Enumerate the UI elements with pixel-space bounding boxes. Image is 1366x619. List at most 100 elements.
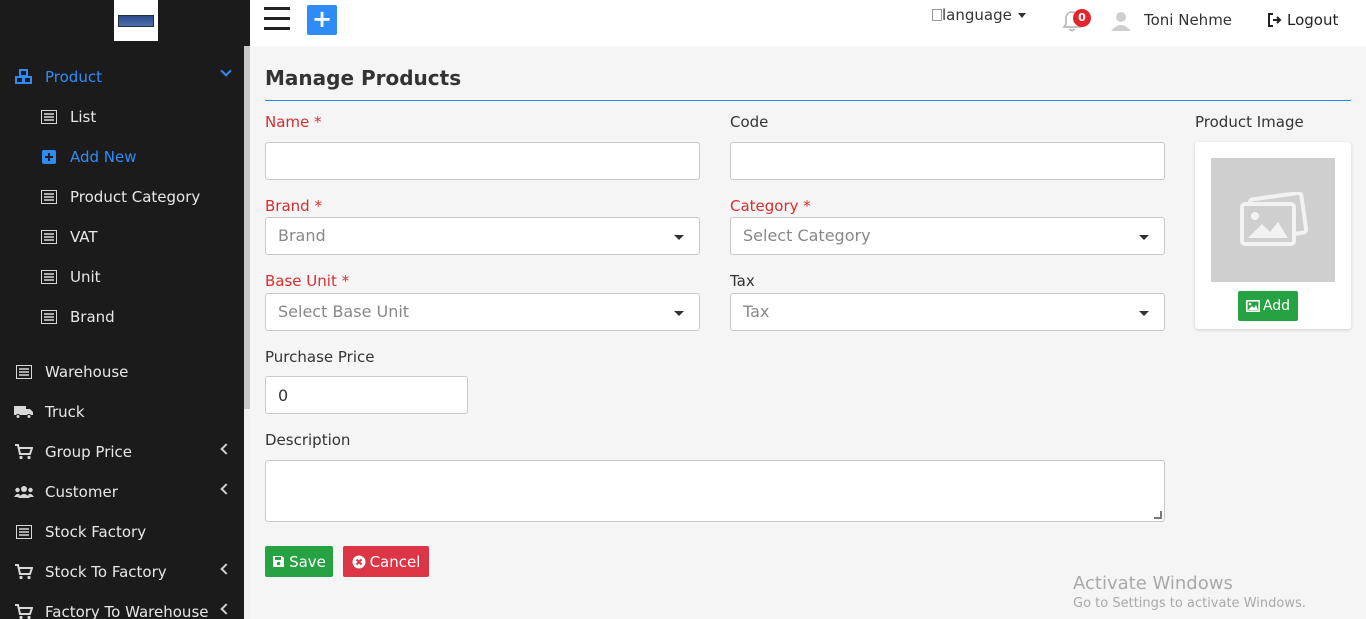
sidebar-item-truck[interactable]: Truck [0,392,244,432]
list-icon [14,522,34,542]
activate-windows-watermark: Activate Windows Go to Settings to activ… [1073,573,1306,611]
sidebar-item-list[interactable]: List [0,97,244,137]
list-icon [39,227,59,247]
description-textarea[interactable] [265,460,1165,522]
image-icon [1245,300,1260,312]
company-logo[interactable] [114,0,158,41]
sidebar-item-stock-to-factory[interactable]: Stock To Factory [0,552,244,592]
sidebar: Product List Add New Product Category VA… [0,0,250,619]
sidebar-item-label: Warehouse [45,363,129,381]
sidebar-item-customer[interactable]: Customer [0,472,244,512]
chevron-left-icon [220,483,232,495]
sidebar-item-label: VAT [70,228,98,246]
sidebar-item-label: Truck [45,403,85,421]
add-image-button[interactable]: Add [1238,291,1298,321]
notification-badge[interactable]: 0 [1073,9,1091,27]
chevron-left-icon [220,443,232,455]
watermark-title: Activate Windows [1073,573,1233,594]
plus-square-icon [39,147,59,167]
caret-down-icon [1017,13,1026,18]
sidebar-item-stock-factory[interactable]: Stock Factory [0,512,244,552]
logout-label: Logout [1287,11,1339,29]
sidebar-item-label: Stock Factory [45,523,147,541]
truck-icon [14,402,34,422]
add-image-label: Add [1262,298,1291,314]
description-label: Description [265,431,351,449]
chevron-left-icon [220,603,232,615]
cubes-icon [14,67,34,87]
cart-icon [14,602,34,619]
list-icon [39,267,59,287]
tax-select[interactable]: Tax [730,293,1165,331]
topbar: + language 0 Toni Nehme Logout [250,0,1366,46]
sidebar-item-warehouse[interactable]: Warehouse [0,352,244,392]
logout-button[interactable]: Logout [1268,11,1338,29]
tax-label: Tax [730,272,755,290]
list-icon [39,307,59,327]
code-input[interactable] [730,142,1165,180]
cart-icon [14,562,34,582]
times-circle-icon [352,555,366,568]
brand-select-placeholder: Brand [278,226,326,245]
code-label: Code [730,113,769,131]
base-unit-select[interactable]: Select Base Unit [265,293,700,331]
resize-handle-icon[interactable] [1154,511,1162,519]
sidebar-item-brand[interactable]: Brand [0,297,244,337]
sidebar-scrollbar[interactable] [244,46,250,619]
sidebar-item-label: Unit [70,268,101,286]
sidebar-item-unit[interactable]: Unit [0,257,244,297]
purchase-price-input[interactable]: 0 [265,376,468,414]
save-button[interactable]: Save [265,546,333,577]
sidebar-item-label: Group Price [45,443,133,461]
language-label: language [942,6,1012,24]
sidebar-item-group-price[interactable]: Group Price [0,432,244,472]
dropdown-arrow-icon [674,235,684,240]
base-unit-select-placeholder: Select Base Unit [278,302,410,321]
name-input[interactable] [265,142,700,180]
list-icon [39,187,59,207]
product-image-card: Add [1195,142,1351,329]
scrollbar-thumb[interactable] [244,46,250,409]
sidebar-item-label: List [70,108,97,126]
cart-icon [14,442,34,462]
sidebar-item-vat[interactable]: VAT [0,217,244,257]
title-divider [265,100,1351,101]
base-unit-label: Base Unit * [265,272,350,290]
sidebar-item-factory-to-warehouse[interactable]: Factory To Warehouse [0,592,244,619]
save-label: Save [289,552,326,571]
brand-label: Brand * [265,197,322,215]
dropdown-arrow-icon [1139,235,1149,240]
list-icon [39,107,59,127]
user-name[interactable]: Toni Nehme [1144,11,1232,29]
sidebar-item-product[interactable]: Product [0,57,244,97]
cancel-label: Cancel [369,552,421,571]
product-image-label: Product Image [1195,113,1304,131]
sidebar-item-label: Customer [45,483,118,501]
dropdown-arrow-icon [1139,311,1149,316]
chevron-left-icon [220,563,232,575]
image-placeholder [1211,158,1335,282]
chevron-down-icon [220,65,232,77]
language-dropdown[interactable]: language [932,6,1026,24]
quick-add-button[interactable]: + [307,5,337,35]
sidebar-item-add-new[interactable]: Add New [0,137,244,177]
dropdown-arrow-icon [674,311,684,316]
sidebar-item-label: Stock To Factory [45,563,167,581]
name-label: Name * [265,113,322,131]
watermark-subtitle: Go to Settings to activate Windows. [1073,596,1306,611]
hamburger-menu-icon[interactable] [264,7,290,31]
save-icon [273,556,285,567]
sidebar-item-label: Product Category [70,188,201,206]
user-avatar[interactable] [1110,10,1132,32]
cancel-button[interactable]: Cancel [343,546,429,577]
sidebar-item-product-category[interactable]: Product Category [0,177,244,217]
purchase-price-label: Purchase Price [265,348,375,366]
users-icon [14,482,34,502]
brand-select[interactable]: Brand [265,217,700,255]
category-select-placeholder: Select Category [743,226,871,245]
category-select[interactable]: Select Category [730,217,1165,255]
broken-image-icon [932,9,942,21]
sidebar-item-label: Add New [70,148,137,166]
sign-out-icon [1268,13,1282,27]
tax-select-placeholder: Tax [743,302,770,321]
